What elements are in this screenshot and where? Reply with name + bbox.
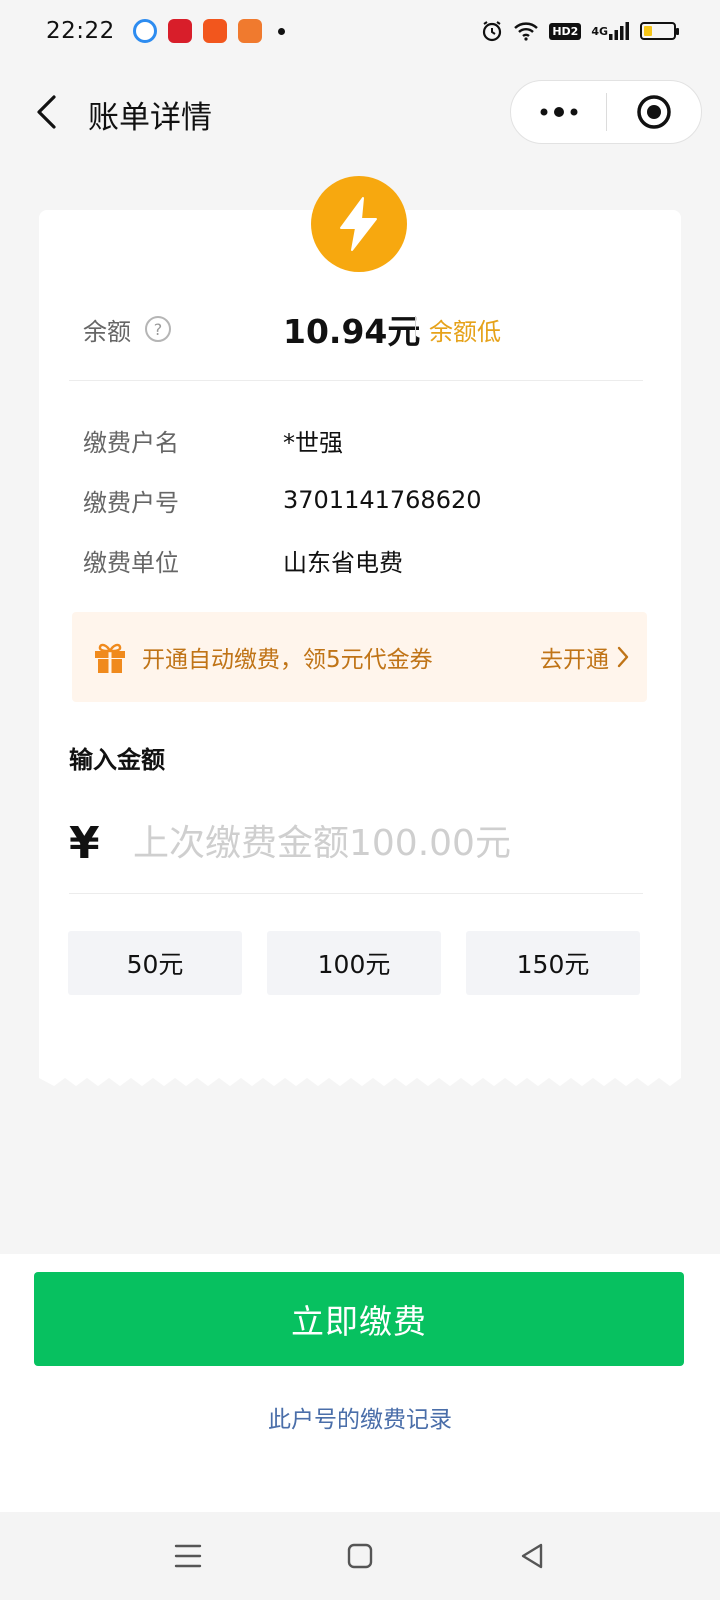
battery-icon (640, 22, 679, 40)
network-type-label: 4G (591, 24, 608, 38)
system-navigation-bar (0, 1512, 720, 1600)
navigation-header: 账单详情 (0, 72, 720, 152)
alarm-icon (481, 20, 503, 42)
amount-input[interactable] (133, 822, 643, 864)
account-number-row: 缴费户号 3701141768620 (83, 480, 643, 520)
amount-section-title: 输入金额 (69, 746, 165, 774)
lightning-icon (340, 197, 377, 251)
more-notifications-dot (277, 27, 285, 35)
browser-app-icon (132, 19, 157, 43)
miniprogram-capsule (510, 80, 702, 144)
back-triangle-icon (521, 1543, 543, 1569)
account-name-label: 缴费户名 (83, 428, 179, 457)
close-miniprogram-button[interactable] (607, 80, 701, 144)
target-close-icon (637, 95, 671, 129)
balance-separator (415, 316, 416, 342)
gift-icon (95, 643, 125, 673)
quick-amount-100-button[interactable]: 100元 (267, 931, 441, 995)
page-title: 账单详情 (88, 100, 212, 136)
balance-divider (69, 380, 643, 381)
hd-voice-badge: HD2 (549, 22, 582, 40)
promo-action-label: 去开通 (540, 647, 609, 673)
account-name-value: *世强 (283, 428, 343, 457)
more-options-button[interactable] (511, 80, 606, 144)
account-name-row: 缴费户名 *世强 (83, 420, 643, 460)
enable-auto-pay-link[interactable]: 去开通 (540, 640, 629, 674)
home-square-icon (347, 1543, 373, 1569)
currency-symbol: ¥ (69, 817, 100, 869)
system-back-button[interactable] (510, 1534, 554, 1578)
back-button[interactable] (26, 88, 66, 136)
reader-app-icon (237, 19, 262, 43)
amount-divider (69, 893, 643, 894)
account-number-value: 3701141768620 (283, 486, 482, 514)
payment-unit-label: 缴费单位 (83, 548, 179, 577)
chevron-right-icon (617, 646, 629, 668)
system-status-icons: HD2 4G (481, 20, 679, 42)
chevron-left-icon (37, 95, 56, 129)
home-button[interactable] (338, 1534, 382, 1578)
more-dots-icon (540, 107, 577, 117)
battery-level (644, 26, 653, 36)
quick-amount-options: 50元 100元 150元 (68, 931, 640, 995)
recent-apps-button[interactable] (166, 1534, 210, 1578)
wifi-icon (513, 21, 539, 41)
promo-text: 开通自动缴费，领5元代金券 (142, 647, 433, 673)
electricity-bolt-badge (311, 176, 407, 272)
status-time: 22:22 (46, 18, 115, 44)
payment-unit-row: 缴费单位 山东省电费 (83, 540, 643, 580)
quick-amount-50-button[interactable]: 50元 (68, 931, 242, 995)
amount-field: ¥ (69, 808, 643, 878)
payment-records-link[interactable]: 此户号的缴费记录 (0, 1400, 720, 1434)
receipt-zigzag-edge (39, 1068, 681, 1086)
video-app-icon (202, 19, 227, 43)
auto-pay-promo-banner[interactable]: 开通自动缴费，领5元代金券 去开通 (72, 612, 647, 702)
quick-amount-150-button[interactable]: 150元 (466, 931, 640, 995)
balance-value: 10.94元 (283, 312, 421, 351)
account-number-label: 缴费户号 (83, 488, 179, 517)
balance-help-icon[interactable]: ? (145, 316, 171, 342)
notification-app-icons (132, 19, 262, 43)
cellular-signal-icon: 4G (591, 21, 630, 41)
payment-unit-value: 山东省电费 (283, 548, 403, 577)
balance-label: 余额 (83, 317, 131, 346)
status-bar: 22:22 HD2 4G (0, 0, 720, 62)
low-balance-tag: 余额低 (429, 317, 501, 346)
news-app-icon (167, 19, 192, 43)
menu-icon (174, 1544, 202, 1568)
pay-now-button[interactable]: 立即缴费 (34, 1272, 684, 1366)
balance-row: 余额 ? 10.94元 余额低 (83, 306, 643, 352)
